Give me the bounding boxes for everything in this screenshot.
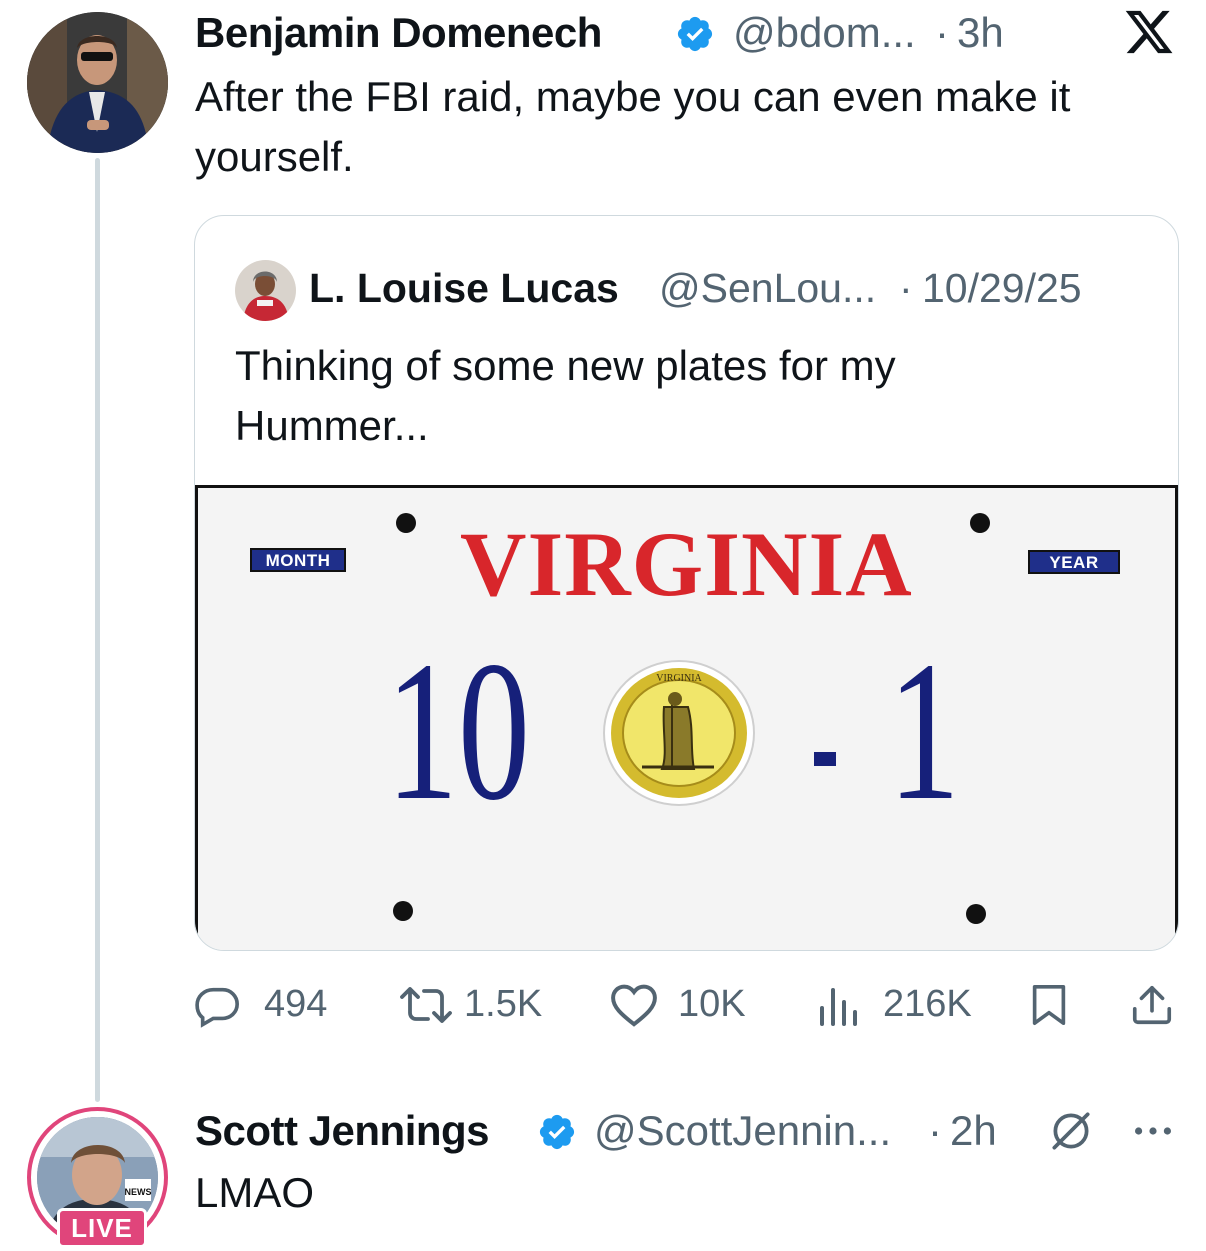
quote-author-name: L. Louise Lucas xyxy=(309,265,619,311)
plate-bolt-hole xyxy=(966,904,986,924)
quote-text: Thinking of some new plates for my Humme… xyxy=(235,342,896,449)
repost-count: 1.5K xyxy=(464,983,543,1025)
tweet-time[interactable]: 3h xyxy=(957,12,1004,54)
thread-line xyxy=(95,158,100,1102)
reply-icon xyxy=(194,983,242,1029)
share-icon[interactable] xyxy=(1129,982,1175,1028)
reply-count: 494 xyxy=(264,983,328,1025)
reply-text: LMAO xyxy=(195,1169,315,1216)
tweet-text: After the FBI raid, maybe you can even m… xyxy=(195,73,1071,180)
license-plate-image[interactable]: MONTH YEAR VIRGINIA 10 VIRGINIA 1 xyxy=(195,485,1178,950)
author-handle[interactable]: @bdom... xyxy=(733,12,916,54)
virginia-seal-icon: VIRGINIA xyxy=(602,659,756,812)
live-badge: LIVE xyxy=(57,1208,147,1248)
svg-text:VIRGINIA: VIRGINIA xyxy=(656,673,702,684)
action-bar: 494 1.5K 10K 216K xyxy=(194,980,1179,1030)
avatar[interactable] xyxy=(27,12,168,153)
views-icon xyxy=(816,982,864,1028)
plate-state-name: VIRGINIA xyxy=(460,513,913,615)
plate-number-right: 1 xyxy=(888,621,960,842)
quote-avatar xyxy=(235,260,296,321)
grok-icon[interactable] xyxy=(1046,1106,1096,1156)
verified-badge-icon xyxy=(675,14,715,59)
separator-dot: · xyxy=(928,1107,942,1154)
quote-date: 10/29/25 xyxy=(922,265,1082,311)
quote-author-handle: @SenLou... xyxy=(659,265,877,311)
plate-number-left: 10 xyxy=(386,621,530,842)
views-count: 216K xyxy=(883,983,972,1025)
plate-bolt-hole xyxy=(393,901,413,921)
reply-author-name[interactable]: Scott Jennings xyxy=(195,1110,490,1152)
plate-dash xyxy=(814,752,836,766)
more-icon[interactable] xyxy=(1131,1113,1175,1149)
separator-dot: · xyxy=(899,265,913,311)
bookmark-icon[interactable] xyxy=(1026,982,1072,1028)
plate-bolt-hole xyxy=(396,513,416,533)
separator-dot: · xyxy=(935,9,949,56)
author-name[interactable]: Benjamin Domenech xyxy=(195,12,602,54)
reply-author-handle[interactable]: @ScottJennin... xyxy=(594,1110,891,1152)
like-icon xyxy=(608,982,660,1028)
repost-icon xyxy=(398,983,454,1027)
plate-year-tab: YEAR xyxy=(1028,550,1120,574)
x-logo-icon xyxy=(1123,6,1175,58)
reply-time[interactable]: 2h xyxy=(950,1110,997,1152)
plate-month-tab: MONTH xyxy=(250,548,346,572)
plate-bolt-hole xyxy=(970,513,990,533)
avatar-photo xyxy=(27,12,168,153)
quoted-tweet-card[interactable]: L. Louise Lucas @SenLou... · 10/29/25 Th… xyxy=(194,215,1179,951)
svg-text:NEWS: NEWS xyxy=(125,1187,152,1197)
like-count: 10K xyxy=(678,983,746,1025)
verified-badge-icon xyxy=(537,1112,577,1157)
